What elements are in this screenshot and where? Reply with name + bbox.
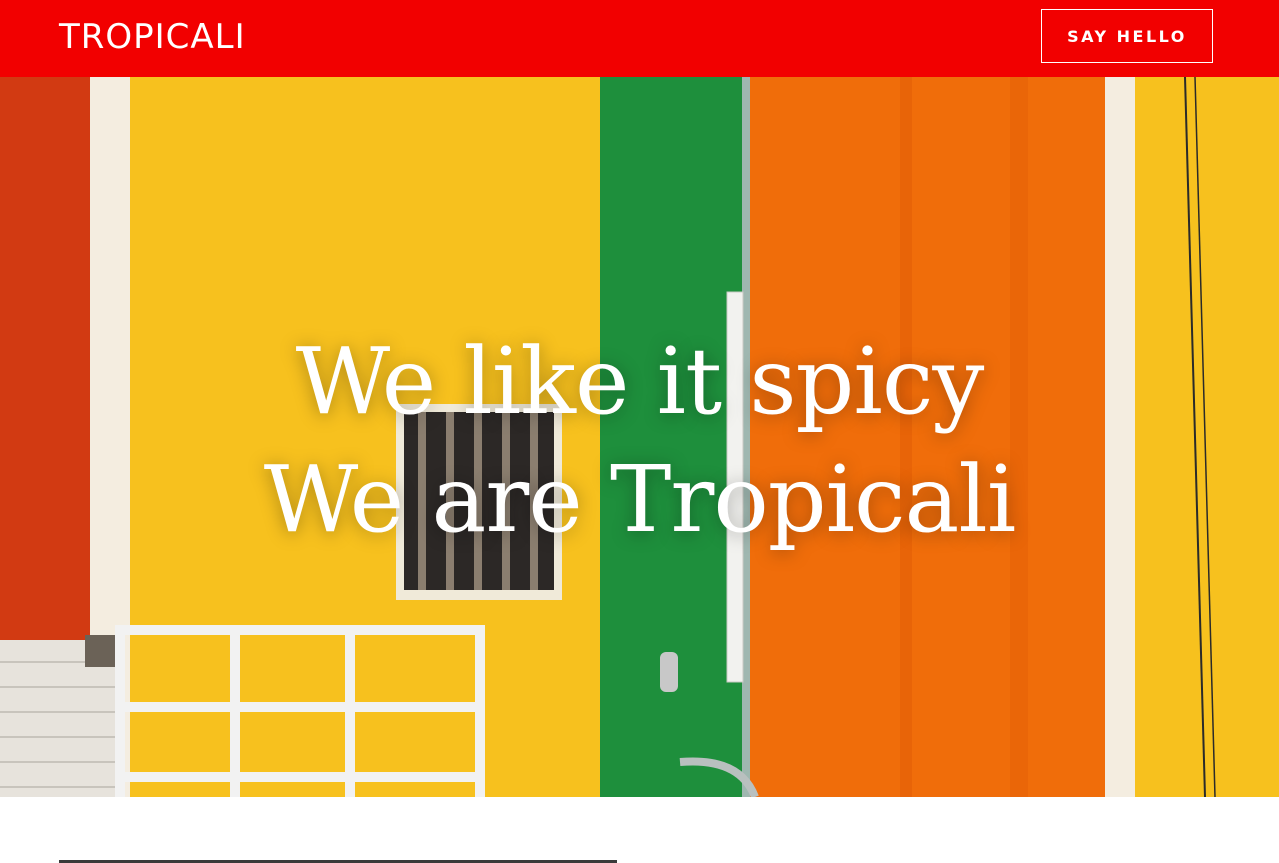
hero-section: We like it spicy We are Tropicali	[0, 77, 1279, 797]
hero-headline-line-1: We like it spicy	[295, 328, 985, 435]
hero-headline-line-2: We are Tropicali	[263, 446, 1017, 553]
content-section	[0, 797, 1279, 863]
say-hello-button[interactable]: SAY HELLO	[1041, 9, 1213, 63]
logo[interactable]: TROPICALI	[59, 17, 246, 57]
hero-headline: We like it spicy We are Tropicali	[0, 323, 1279, 559]
site-header: TROPICALI SAY HELLO	[0, 0, 1279, 77]
